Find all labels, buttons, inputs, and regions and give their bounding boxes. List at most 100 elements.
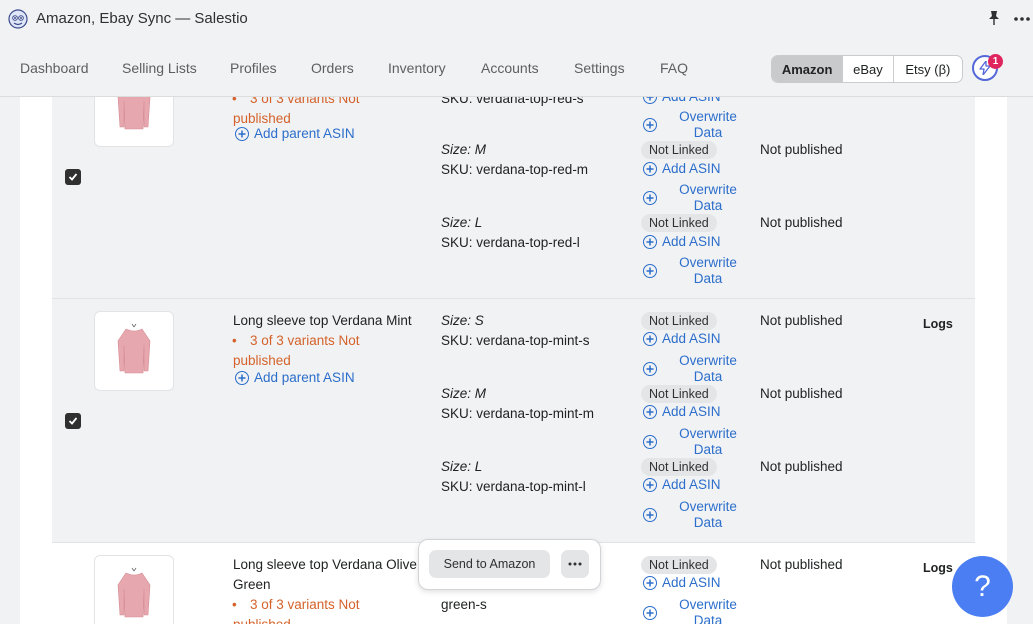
add-asin-label: Add ASIN bbox=[662, 97, 721, 106]
variant-sku: SKU: verdana-top-mint-m bbox=[441, 406, 595, 421]
overwrite-data-link[interactable]: Overwrite Data bbox=[643, 109, 753, 141]
add-parent-asin-link[interactable]: Add parent ASIN bbox=[235, 369, 355, 387]
logs-link[interactable]: Logs bbox=[923, 561, 953, 575]
data-label: Data bbox=[693, 515, 723, 530]
variant-size: Size: M bbox=[441, 386, 487, 401]
ellipsis-icon bbox=[568, 562, 582, 566]
nav-orders[interactable]: Orders bbox=[311, 60, 354, 76]
bullet: • bbox=[232, 597, 237, 612]
not-linked-badge: Not Linked bbox=[641, 458, 717, 476]
overwrite-data-link[interactable]: Overwrite Data bbox=[643, 255, 753, 287]
add-asin-link[interactable]: Add ASIN bbox=[643, 476, 721, 494]
product-image bbox=[94, 311, 174, 391]
more-actions-button[interactable] bbox=[561, 550, 589, 578]
data-label: Data bbox=[693, 125, 723, 140]
add-asin-label: Add ASIN bbox=[662, 575, 721, 590]
sweater-image bbox=[117, 323, 151, 374]
overwrite-label: Overwrite bbox=[679, 182, 737, 197]
overwrite-data-link[interactable]: Overwrite Data bbox=[643, 353, 753, 385]
add-parent-asin-label: Add parent ASIN bbox=[254, 370, 355, 385]
add-asin-link[interactable]: Add ASIN bbox=[643, 330, 721, 348]
app-title: Amazon, Ebay Sync — Salestio bbox=[36, 10, 248, 27]
product-title-line2: Green bbox=[233, 577, 271, 592]
variant-size: Size: S bbox=[441, 313, 484, 328]
variant-sku: SKU: verdana-top-red-l bbox=[441, 235, 580, 250]
variant-size: Size: L bbox=[441, 215, 483, 230]
plus-circle-icon bbox=[235, 127, 249, 141]
add-asin-label: Add ASIN bbox=[662, 404, 721, 419]
checkmark-icon bbox=[68, 417, 78, 425]
overwrite-data-link[interactable]: Overwrite Data bbox=[643, 499, 753, 531]
overwrite-data-link[interactable]: Overwrite Data bbox=[643, 182, 753, 214]
sweater-image bbox=[117, 567, 151, 618]
add-parent-asin-link[interactable]: Add parent ASIN bbox=[235, 125, 355, 143]
variant-sku: SKU: verdana-top-mint-l bbox=[441, 479, 586, 494]
bullet: • bbox=[232, 333, 237, 348]
plus-circle-icon bbox=[643, 435, 657, 449]
data-label: Data bbox=[693, 442, 723, 457]
nav-faq[interactable]: FAQ bbox=[660, 60, 688, 76]
overwrite-data-link[interactable]: Overwrite Data bbox=[643, 426, 753, 458]
plus-circle-icon bbox=[643, 576, 657, 590]
overwrite-label: Overwrite bbox=[679, 353, 737, 368]
publish-status: Not published bbox=[760, 459, 843, 474]
marketplace-switcher: Amazon eBay Etsy (β) bbox=[771, 55, 963, 83]
data-label: Data bbox=[693, 369, 723, 384]
plus-circle-icon bbox=[643, 405, 657, 419]
title-bar: Amazon, Ebay Sync — Salestio bbox=[0, 0, 1033, 38]
product-title: Long sleeve top Verdana Mint bbox=[233, 313, 412, 328]
overwrite-label: Overwrite bbox=[679, 109, 737, 124]
not-linked-badge: Not Linked bbox=[641, 214, 717, 232]
marketplace-amazon-button[interactable]: Amazon bbox=[772, 56, 844, 82]
sweater-image bbox=[117, 97, 151, 130]
add-asin-link[interactable]: Add ASIN bbox=[643, 97, 721, 106]
pin-icon[interactable] bbox=[986, 10, 1002, 26]
nav-profiles[interactable]: Profiles bbox=[230, 60, 277, 76]
plus-circle-icon bbox=[235, 371, 249, 385]
variant-sku: SKU: verdana-top-red-s bbox=[441, 97, 584, 106]
variants-status-line1: 3 of 3 variants Not bbox=[250, 97, 360, 106]
main-navigation: Dashboard Selling Lists Profiles Orders … bbox=[0, 38, 1033, 97]
bullet: • bbox=[232, 97, 237, 106]
row-checkbox[interactable] bbox=[65, 169, 81, 185]
data-label: Data bbox=[693, 613, 723, 624]
add-asin-label: Add ASIN bbox=[662, 161, 721, 176]
variant-sku: SKU: verdana-top-red-m bbox=[441, 162, 589, 177]
variants-status-line1: 3 of 3 variants Not bbox=[250, 597, 360, 612]
add-asin-label: Add ASIN bbox=[662, 331, 721, 346]
publish-status: Not published bbox=[760, 386, 843, 401]
table-row-red bbox=[52, 97, 975, 299]
nav-settings[interactable]: Settings bbox=[574, 60, 625, 76]
send-to-amazon-button[interactable]: Send to Amazon bbox=[429, 550, 550, 578]
nav-selling-lists[interactable]: Selling Lists bbox=[122, 60, 197, 76]
variant-size: Size: L bbox=[441, 459, 483, 474]
nav-inventory[interactable]: Inventory bbox=[388, 60, 446, 76]
variants-status-line2: published bbox=[233, 615, 291, 624]
marketplace-ebay-button[interactable]: eBay bbox=[843, 56, 894, 82]
add-asin-link[interactable]: Add ASIN bbox=[643, 403, 721, 421]
bulk-actions-bar: Send to Amazon bbox=[418, 539, 601, 590]
add-asin-link[interactable]: Add ASIN bbox=[643, 160, 721, 178]
product-image bbox=[94, 97, 174, 147]
product-image bbox=[94, 555, 174, 624]
overwrite-label: Overwrite bbox=[679, 499, 737, 514]
add-asin-label: Add ASIN bbox=[662, 477, 721, 492]
not-linked-badge: Not Linked bbox=[641, 141, 717, 159]
overwrite-data-link[interactable]: Overwrite Data bbox=[643, 597, 753, 624]
marketplace-etsy-button[interactable]: Etsy (β) bbox=[894, 56, 962, 82]
nav-dashboard[interactable]: Dashboard bbox=[20, 60, 89, 76]
plus-circle-icon bbox=[643, 606, 657, 620]
not-linked-badge: Not Linked bbox=[641, 556, 717, 574]
variant-sku: SKU: verdana-top-mint-s bbox=[441, 333, 590, 348]
logs-link[interactable]: Logs bbox=[923, 317, 953, 331]
overwrite-label: Overwrite bbox=[679, 597, 737, 612]
help-button[interactable]: ? bbox=[952, 556, 1013, 617]
more-options-icon[interactable] bbox=[1013, 10, 1031, 28]
add-asin-link[interactable]: Add ASIN bbox=[643, 233, 721, 251]
plus-circle-icon bbox=[643, 332, 657, 346]
row-checkbox[interactable] bbox=[65, 413, 81, 429]
nav-accounts[interactable]: Accounts bbox=[481, 60, 539, 76]
add-asin-label: Add ASIN bbox=[662, 234, 721, 249]
add-asin-link[interactable]: Add ASIN bbox=[643, 574, 721, 592]
plus-circle-icon bbox=[643, 162, 657, 176]
